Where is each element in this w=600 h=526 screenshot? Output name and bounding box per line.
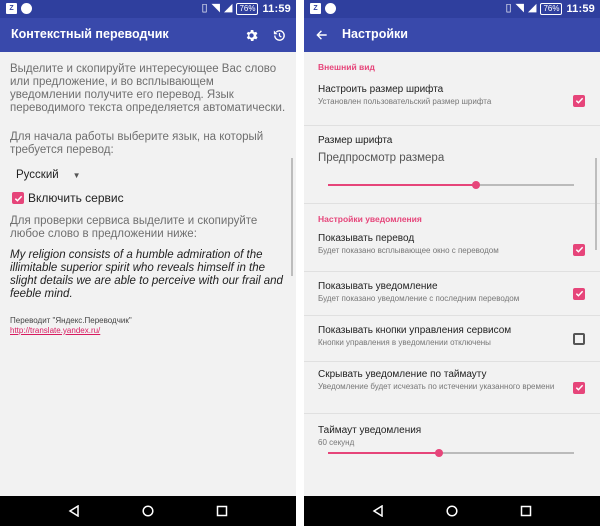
home-icon[interactable] (139, 502, 157, 520)
history-icon[interactable] (268, 24, 290, 46)
recents-icon[interactable] (517, 502, 535, 520)
pref-show-notification[interactable]: Показывать уведомление Будет показано ув… (304, 272, 600, 316)
check-prompt: Для проверки сервиса выделите и скопируй… (10, 215, 258, 240)
section-header-notifications: Настройки уведомления (318, 214, 422, 224)
slider-fill (328, 184, 476, 186)
no-sim-icon: ▯ (505, 2, 512, 14)
status-time: 11:59 (566, 2, 595, 15)
show-notification-checkbox[interactable] (573, 287, 585, 300)
pref-title: Показывать уведомление (318, 281, 438, 292)
pref-summary: Кнопки управления в уведомлении отключен… (318, 338, 491, 347)
pref-hide-timeout[interactable]: Скрывать уведомление по таймауту Уведомл… (304, 362, 600, 414)
app-notification-icon (21, 3, 32, 14)
pref-summary: Будет показано уведомление с последним п… (318, 294, 520, 303)
pref-custom-font-size[interactable]: Настроить размер шрифта Установлен польз… (304, 76, 600, 126)
pref-show-controls[interactable]: Показывать кнопки управления сервисом Кн… (304, 316, 600, 362)
pref-title: Скрывать уведомление по таймауту (318, 369, 487, 380)
notification-icon: Z (6, 3, 17, 14)
credit-link[interactable]: http://translate.yandex.ru/ (10, 326, 286, 335)
app-title: Контекстный переводчик (11, 27, 169, 41)
app-bar: Настройки (304, 18, 600, 52)
back-icon[interactable] (65, 502, 83, 520)
slider-thumb[interactable] (434, 449, 443, 457)
slider-fill (328, 452, 439, 454)
pref-summary: Установлен пользовательский размер шрифт… (318, 97, 492, 106)
pref-title: Показывать перевод (318, 233, 415, 244)
enable-service-row[interactable]: Включить сервис (12, 188, 286, 208)
sample-text[interactable]: My religion consists of a humble admirat… (10, 249, 286, 301)
slider-thumb[interactable] (471, 181, 480, 189)
pref-title: Размер шрифта (318, 135, 393, 146)
language-select-value: Русский (16, 169, 59, 181)
pref-summary: Будет показано всплывающее окно с перево… (318, 246, 499, 255)
nav-bar (0, 496, 296, 526)
dropdown-caret-icon: ▼ (72, 170, 81, 180)
main-content: Выделите и скопируйте интересующее Вас с… (0, 52, 296, 496)
settings-title: Настройки (342, 27, 408, 41)
scrollbar[interactable] (595, 158, 597, 250)
back-arrow-icon[interactable] (311, 24, 333, 46)
scrollbar[interactable] (291, 158, 293, 276)
app-bar: Контекстный переводчик (0, 18, 296, 52)
pref-font-size[interactable]: Размер шрифта Предпросмотр размера (304, 126, 600, 204)
app-notification-icon (325, 3, 336, 14)
pref-summary: Уведомление будет исчезать по истечении … (318, 382, 555, 391)
status-time: 11:59 (262, 2, 291, 15)
nav-bar (304, 496, 600, 526)
main-screen: Z ▯ ◥ ◢ 76% 11:59 Контекстный переводчик… (0, 0, 296, 526)
language-select[interactable]: Русский ▼ (16, 164, 286, 186)
hide-timeout-checkbox[interactable] (573, 381, 585, 394)
show-controls-checkbox[interactable] (573, 332, 585, 345)
timeout-slider[interactable] (328, 449, 574, 457)
status-bar: Z ▯ ◥ ◢ 76% 11:59 (0, 0, 296, 18)
pref-notification-timeout[interactable]: Таймаут уведомления 60 секунд (304, 414, 600, 474)
battery-icon: 76% (540, 2, 563, 15)
back-icon[interactable] (369, 502, 387, 520)
notification-icon: Z (310, 3, 321, 14)
section-header-appearance: Внешний вид (318, 62, 375, 72)
pref-show-translation[interactable]: Показывать перевод Будет показано всплыв… (304, 228, 600, 272)
wifi-icon: ◥ (211, 2, 220, 14)
custom-font-checkbox[interactable] (573, 94, 585, 107)
settings-list: Внешний вид Настроить размер шрифта Уста… (304, 52, 600, 496)
font-size-preview: Предпросмотр размера (318, 152, 445, 164)
recents-icon[interactable] (213, 502, 231, 520)
status-bar: Z ▯ ◥ ◢ 76% 11:59 (304, 0, 600, 18)
signal-icon: ◢ (527, 2, 537, 14)
no-sim-icon: ▯ (201, 2, 208, 14)
show-translation-checkbox[interactable] (573, 243, 585, 256)
pref-title: Таймаут уведомления (318, 425, 422, 436)
font-size-slider[interactable] (328, 181, 574, 189)
gear-icon[interactable] (240, 24, 262, 46)
enable-service-label: Включить сервис (28, 191, 124, 205)
pref-summary: 60 секунд (318, 438, 355, 447)
home-icon[interactable] (443, 502, 461, 520)
intro-text: Выделите и скопируйте интересующее Вас с… (10, 63, 286, 114)
wifi-icon: ◥ (515, 2, 524, 14)
settings-screen: Z ▯ ◥ ◢ 76% 11:59 Настройки Внешний вид … (304, 0, 600, 526)
pref-title: Настроить размер шрифта (318, 84, 444, 95)
pref-title: Показывать кнопки управления сервисом (318, 325, 512, 336)
enable-service-checkbox[interactable] (12, 192, 24, 204)
battery-icon: 76% (236, 2, 259, 15)
credit-text: Переводит "Яндекс.Переводчик" (10, 316, 132, 325)
signal-icon: ◢ (223, 2, 233, 14)
language-prompt: Для начала работы выберите язык, на кото… (10, 131, 264, 156)
